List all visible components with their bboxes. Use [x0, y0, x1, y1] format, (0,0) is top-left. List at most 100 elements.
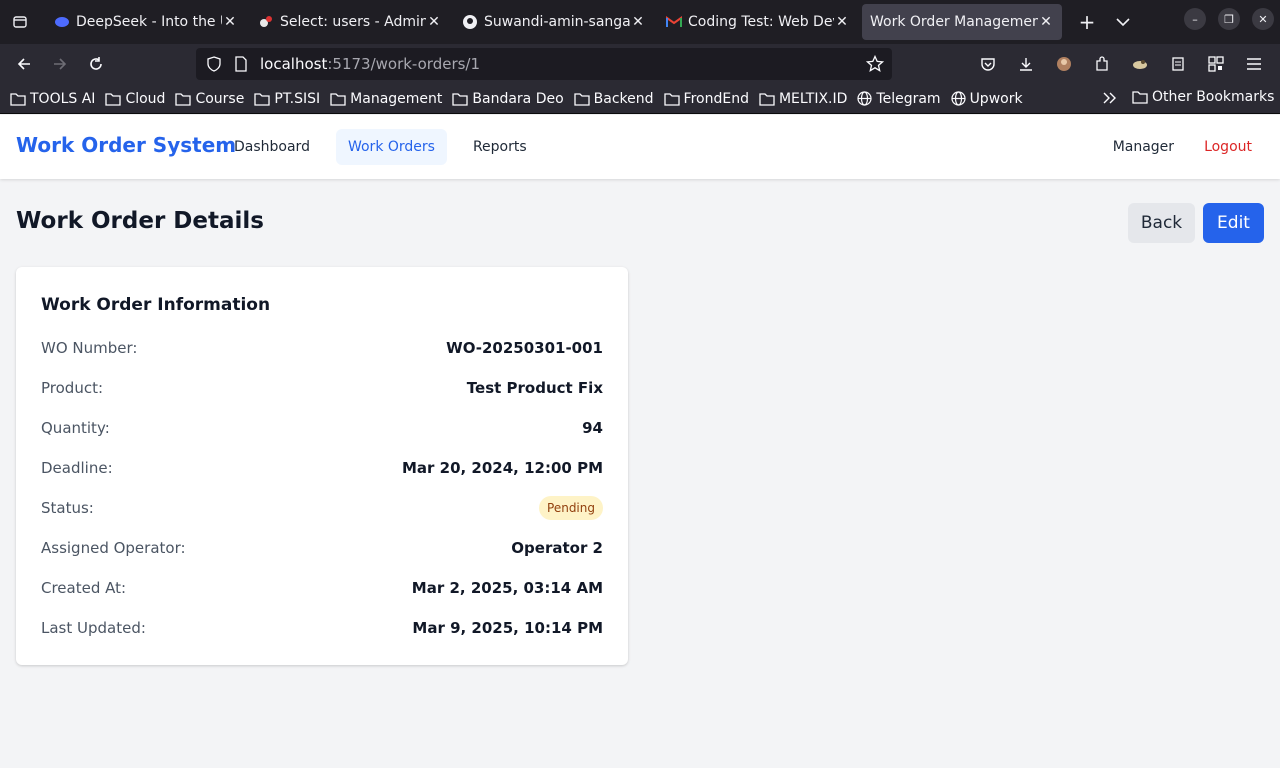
tab-deepseek[interactable]: DeepSeek - Into the Unknown ✕	[46, 4, 246, 40]
detail-label: Quantity:	[41, 419, 110, 437]
close-icon[interactable]: ✕	[630, 14, 646, 30]
close-window-icon[interactable]: ✕	[1252, 8, 1274, 30]
puzzle-icon[interactable]	[1086, 48, 1118, 80]
detail-label: Assigned Operator:	[41, 539, 186, 557]
toolbar-icons	[972, 48, 1270, 80]
folder-icon	[759, 92, 775, 106]
hamburger-menu-icon[interactable]	[1238, 48, 1270, 80]
close-icon[interactable]: ✕	[222, 14, 238, 30]
tab-title: Work Order Management	[870, 14, 1038, 30]
folder-icon	[330, 92, 346, 106]
bookmarks-bar: TOOLS AI Cloud Course PT.SISI Management…	[0, 84, 1280, 114]
detail-row-created-at: Created At: Mar 2, 2025, 03:14 AM	[41, 576, 603, 600]
detail-row-last-updated: Last Updated: Mar 9, 2025, 10:14 PM	[41, 616, 603, 640]
deepseek-icon	[54, 14, 70, 30]
tab-work-order-management[interactable]: Work Order Management ✕	[862, 4, 1062, 40]
detail-row-status: Status: Pending	[41, 496, 603, 520]
minimize-icon[interactable]: –	[1184, 8, 1206, 30]
plus-icon: +	[1078, 10, 1096, 34]
detail-row-wo-number: WO Number: WO-20250301-001	[41, 336, 603, 360]
status-badge: Pending	[539, 496, 603, 520]
bookmark-folder[interactable]: Bandara Deo	[452, 91, 564, 107]
work-order-card: Work Order Information WO Number: WO-202…	[16, 267, 628, 665]
gmail-icon	[666, 14, 682, 30]
detail-label: Created At:	[41, 579, 127, 597]
tab-gmail[interactable]: Coding Test: Web Dev ✕	[658, 4, 858, 40]
chevron-down-icon	[1116, 18, 1130, 27]
detail-value: Mar 9, 2025, 10:14 PM	[412, 619, 603, 637]
folder-icon	[452, 92, 469, 106]
double-chevron-icon	[1103, 92, 1116, 104]
bookmark-folder[interactable]: FrondEnd	[663, 91, 749, 107]
forward-nav-button[interactable]	[42, 48, 78, 80]
new-tab-button[interactable]: +	[1072, 7, 1102, 37]
extension-avatar-icon[interactable]	[1048, 48, 1080, 80]
pocket-icon[interactable]	[972, 48, 1004, 80]
detail-label: Product:	[41, 379, 104, 397]
user-role: Manager	[1112, 139, 1175, 155]
more-bookmarks-button[interactable]	[1102, 91, 1118, 109]
tab-title: Suwandi-amin-sangaji/	[484, 14, 630, 30]
url-host: localhost	[260, 55, 328, 73]
star-icon	[866, 55, 884, 72]
tab-menu-button[interactable]	[1108, 7, 1138, 37]
bookmark-link[interactable]: Upwork	[950, 91, 1023, 107]
main-nav: Dashboard Work Orders Reports	[222, 129, 539, 165]
adminer-icon	[258, 14, 274, 30]
bookmark-folder[interactable]: Cloud	[105, 91, 165, 107]
page-icon	[235, 56, 247, 72]
restore-icon[interactable]: ❐	[1218, 8, 1240, 30]
globe-icon	[950, 91, 966, 106]
detail-row-product: Product: Test Product Fix	[41, 376, 603, 400]
brand-logo[interactable]: Work Order System	[16, 133, 236, 157]
reload-button[interactable]	[78, 48, 114, 80]
bookmark-link[interactable]: Telegram	[857, 91, 941, 107]
back-nav-button[interactable]	[6, 48, 42, 80]
url-path: :5173/work-orders/1	[327, 55, 481, 73]
bookmark-folder[interactable]: Backend	[574, 91, 654, 107]
tab-list-button[interactable]	[0, 0, 40, 44]
logout-button[interactable]: Logout	[1192, 129, 1264, 165]
folder-icon	[663, 92, 680, 106]
bookmark-folder[interactable]: TOOLS AI	[10, 91, 95, 107]
detail-value: Mar 2, 2025, 03:14 AM	[411, 579, 603, 597]
detail-label: Status:	[41, 499, 94, 517]
reader-icon[interactable]	[1162, 48, 1194, 80]
close-icon[interactable]: ✕	[426, 14, 442, 30]
detail-value: Operator 2	[511, 539, 603, 557]
nav-work-orders[interactable]: Work Orders	[335, 129, 447, 165]
folder-icon	[175, 92, 192, 106]
detail-label: WO Number:	[41, 339, 138, 357]
app-header: Work Order System Dashboard Work Orders …	[0, 115, 1280, 179]
tab-adminer[interactable]: Select: users - Adminer ✕	[250, 4, 450, 40]
bookmark-folder[interactable]: Management	[330, 91, 442, 107]
back-button[interactable]: Back	[1128, 203, 1195, 243]
close-icon[interactable]: ✕	[834, 14, 850, 30]
globe-icon	[857, 91, 873, 106]
tab-title: Coding Test: Web Dev	[688, 14, 834, 30]
download-icon[interactable]	[1010, 48, 1042, 80]
nav-reports[interactable]: Reports	[461, 129, 539, 165]
qr-code-icon[interactable]	[1200, 48, 1232, 80]
card-title: Work Order Information	[41, 295, 271, 315]
arrow-left-icon	[17, 58, 30, 70]
detail-value: Test Product Fix	[466, 379, 603, 397]
edit-button[interactable]: Edit	[1203, 203, 1264, 243]
other-bookmarks[interactable]: Other Bookmarks	[1132, 89, 1274, 105]
bookmark-folder[interactable]: Course	[175, 91, 244, 107]
tab-github[interactable]: Suwandi-amin-sangaji/ ✕	[454, 4, 654, 40]
browser-tab-bar: DeepSeek - Into the Unknown ✕ Select: us…	[0, 0, 1280, 44]
user-area: Manager Logout	[1101, 129, 1264, 165]
url-bar[interactable]: localhost:5173/work-orders/1	[196, 48, 892, 80]
browser-nav-bar: localhost:5173/work-orders/1	[0, 44, 1280, 84]
close-icon[interactable]: ✕	[1038, 14, 1054, 30]
folder-icon	[10, 92, 26, 106]
bookmark-folder[interactable]: MELTIX.ID	[759, 91, 847, 107]
tab-strip: DeepSeek - Into the Unknown ✕ Select: us…	[40, 0, 1066, 44]
folder-icon	[254, 92, 270, 106]
nav-dashboard[interactable]: Dashboard	[222, 129, 322, 165]
extension-lizard-icon[interactable]	[1124, 48, 1156, 80]
bookmark-folder[interactable]: PT.SISI	[254, 91, 320, 107]
detail-row-operator: Assigned Operator: Operator 2	[41, 536, 603, 560]
detail-value: 94	[582, 419, 603, 437]
